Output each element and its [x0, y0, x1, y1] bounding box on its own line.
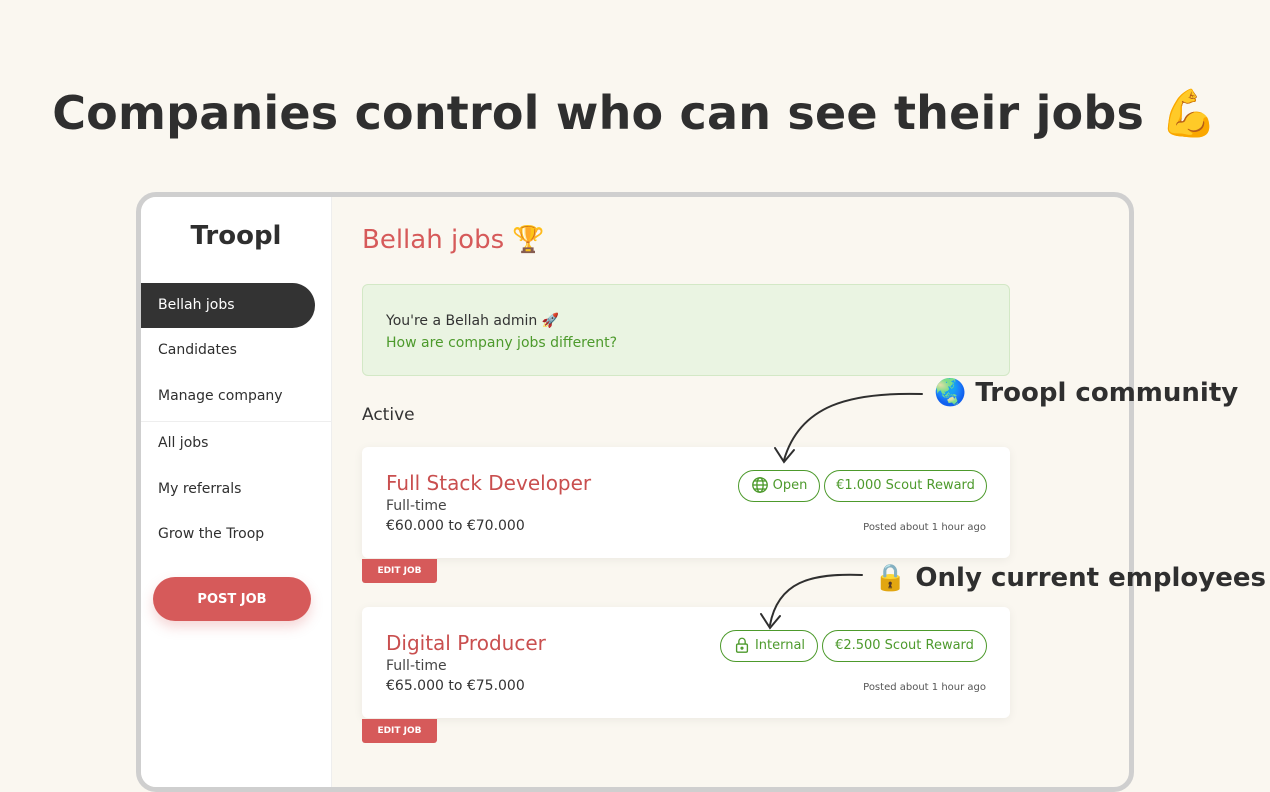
brand-logo[interactable]: Troopl: [141, 221, 331, 251]
visibility-badge-internal: Internal: [720, 630, 818, 662]
job-type: Full-time: [386, 658, 447, 674]
headline: Companies control who can see their jobs…: [52, 86, 1218, 140]
visibility-label: Internal: [754, 638, 806, 653]
job-title[interactable]: Full Stack Developer: [386, 471, 591, 495]
admin-info-box: You're a Bellah admin 🚀 How are company …: [362, 284, 1010, 376]
job-salary: €60.000 to €70.000: [386, 518, 525, 534]
edit-job-button[interactable]: EDIT JOB: [362, 719, 437, 743]
sidebar: Troopl Bellah jobs Candidates Manage com…: [141, 197, 332, 787]
callout-only-current-employees: 🔒 Only current employees: [874, 563, 1266, 593]
sidebar-item-all-jobs[interactable]: All jobs: [141, 421, 315, 466]
sidebar-item-my-referrals[interactable]: My referrals: [141, 467, 315, 512]
job-salary: €65.000 to €75.000: [386, 678, 525, 694]
scout-reward-badge: €2.500 Scout Reward: [822, 630, 987, 662]
visibility-badge-open: Open: [738, 470, 820, 502]
scout-reward-badge: €1.000 Scout Reward: [824, 470, 987, 502]
job-card[interactable]: Full Stack Developer Full-time €60.000 t…: [362, 447, 1010, 558]
sidebar-item-grow-the-troop[interactable]: Grow the Troop: [141, 512, 315, 557]
sidebar-item-bellah-jobs[interactable]: Bellah jobs: [141, 283, 315, 328]
visibility-label: Open: [772, 478, 808, 493]
main-content: Bellah jobs 🏆 You're a Bellah admin 🚀 Ho…: [331, 197, 1129, 787]
lock-icon: [735, 637, 749, 653]
posted-time: Posted about 1 hour ago: [863, 682, 986, 693]
company-jobs-help-link[interactable]: How are company jobs different?: [386, 335, 617, 351]
admin-info-text: You're a Bellah admin 🚀: [386, 313, 560, 329]
globe-icon: [751, 476, 768, 493]
post-job-button[interactable]: POST JOB: [153, 577, 311, 621]
sidebar-item-candidates[interactable]: Candidates: [141, 328, 315, 373]
sidebar-item-manage-company[interactable]: Manage company: [141, 374, 315, 419]
page-title: Bellah jobs 🏆: [362, 225, 545, 255]
job-title[interactable]: Digital Producer: [386, 631, 546, 655]
section-label-active: Active: [362, 405, 415, 425]
job-type: Full-time: [386, 498, 447, 514]
job-card[interactable]: Digital Producer Full-time €65.000 to €7…: [362, 607, 1010, 718]
edit-job-button[interactable]: EDIT JOB: [362, 559, 437, 583]
posted-time: Posted about 1 hour ago: [863, 522, 986, 533]
app-window: Troopl Bellah jobs Candidates Manage com…: [136, 192, 1134, 792]
callout-troopl-community: 🌏 Troopl community: [934, 378, 1239, 408]
